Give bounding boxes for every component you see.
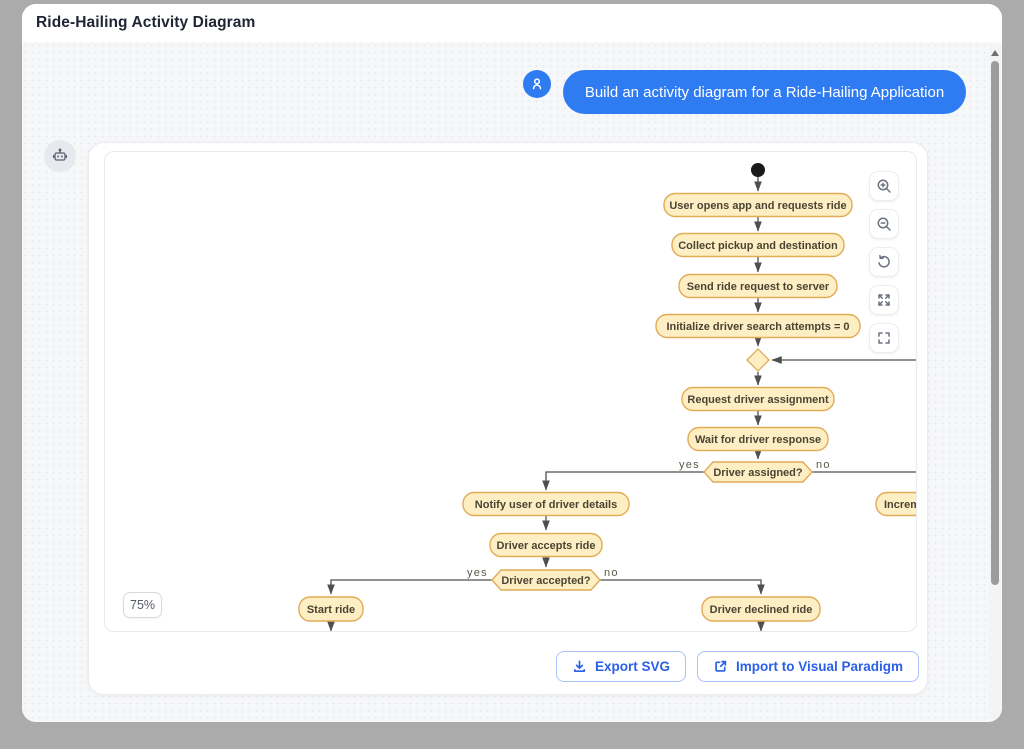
zoom-out-button[interactable] (869, 209, 899, 239)
diagram-node-driver-accepts-label: Driver accepts ride (496, 540, 595, 552)
scrollbar-up-arrow-icon[interactable] (991, 50, 999, 56)
diagram-node-start (751, 163, 765, 177)
diagram-node-wait-response-label: Wait for driver response (695, 434, 821, 446)
diagram-edge (331, 580, 492, 594)
assistant-avatar (44, 140, 76, 172)
diagram-node-collect-pickup-label: Collect pickup and destination (678, 240, 838, 252)
export-svg-label: Export SVG (595, 659, 670, 674)
app-window: Ride-Hailing Activity Diagram Build an a… (22, 4, 1002, 722)
expand-icon (876, 292, 892, 308)
chat-scroll-area: Build an activity diagram for a Ride-Hai… (22, 42, 1002, 722)
diagram-node-notify-user-label: Notify user of driver details (475, 499, 617, 511)
activity-diagram: User opens app and requests ride Collect … (105, 152, 917, 632)
diagram-edge (600, 580, 761, 594)
zoom-level-badge: 75% (123, 592, 162, 618)
diagram-node-send-request-label: Send ride request to server (687, 281, 830, 293)
download-icon (572, 659, 587, 674)
zoom-in-button[interactable] (869, 171, 899, 201)
reset-view-icon (876, 254, 892, 270)
diagram-node-driver-accepted-label: Driver accepted? (501, 575, 591, 587)
diagram-card: User opens app and requests ride Collect … (88, 142, 928, 695)
diagram-edge (546, 472, 704, 490)
diagram-node-increment-attempts-label: Increment (884, 499, 917, 511)
diagram-node-request-assignment-label: Request driver assignment (687, 394, 829, 406)
expand-button[interactable] (869, 285, 899, 315)
edge-label: yes (467, 567, 488, 579)
edge-label: no (816, 459, 831, 471)
zoom-in-icon (876, 178, 892, 194)
diagram-node-start-ride-label: Start ride (307, 604, 355, 616)
diagram-node-driver-declined-label: Driver declined ride (710, 604, 813, 616)
import-visual-paradigm-button[interactable]: Import to Visual Paradigm (697, 651, 919, 682)
vertical-scrollbar[interactable] (989, 44, 1001, 719)
diagram-canvas[interactable]: User opens app and requests ride Collect … (104, 151, 917, 632)
reset-view-button[interactable] (869, 247, 899, 277)
diagram-node-merge (747, 349, 769, 371)
edge-label: no (604, 567, 619, 579)
canvas-toolbar (869, 171, 899, 353)
import-visual-paradigm-label: Import to Visual Paradigm (736, 659, 903, 674)
fullscreen-icon (876, 330, 892, 346)
user-avatar (523, 70, 551, 98)
robot-icon (51, 147, 69, 165)
external-link-icon (713, 659, 728, 674)
person-icon (529, 76, 545, 92)
diagram-node-init-attempts-label: Initialize driver search attempts = 0 (666, 321, 849, 333)
user-chat-bubble: Build an activity diagram for a Ride-Hai… (563, 70, 966, 114)
diagram-node-driver-assigned-label: Driver assigned? (713, 467, 803, 479)
diagram-node-user-opens-app-label: User opens app and requests ride (669, 200, 846, 212)
title-bar: Ride-Hailing Activity Diagram (22, 4, 1002, 42)
page-title: Ride-Hailing Activity Diagram (36, 14, 255, 32)
edge-label: yes (679, 459, 700, 471)
zoom-out-icon (876, 216, 892, 232)
fullscreen-button[interactable] (869, 323, 899, 353)
card-actions: Export SVG Import to Visual Paradigm (89, 651, 919, 682)
scrollbar-thumb[interactable] (991, 61, 999, 585)
export-svg-button[interactable]: Export SVG (556, 651, 686, 682)
